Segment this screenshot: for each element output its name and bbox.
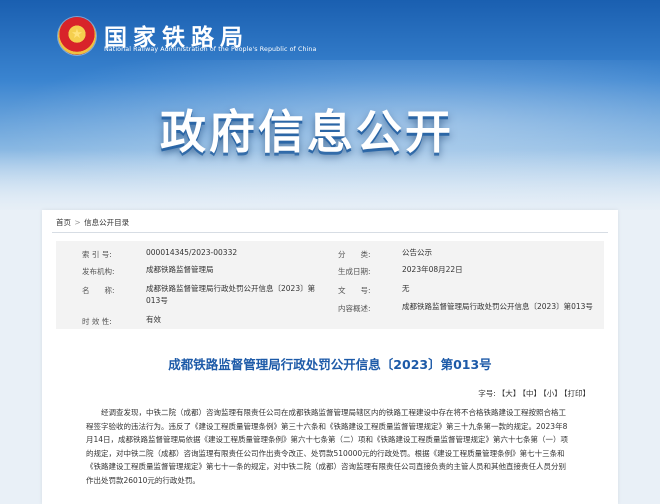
site-brand-english: National Railway Administration of the P… (104, 46, 317, 53)
national-emblem-icon: ★ (58, 17, 96, 55)
font-size-medium-button[interactable]: 【中】 (522, 389, 541, 398)
article-title: 成都铁路监督管理局行政处罚公开信息〔2023〕第013号 (168, 357, 492, 372)
article-body: 经调查发现，中铁二院（成都）咨询监理有限责任公司在成都铁路监督管理局辖区内的铁路… (86, 408, 569, 485)
breadcrumb-home-link[interactable]: 首页 (56, 218, 71, 227)
docno-label: 文 号: (338, 286, 371, 295)
breadcrumb-divider (52, 232, 608, 233)
breadcrumb-current-link[interactable]: 信息公开目录 (84, 218, 129, 227)
date-value: 2023年08月22日 (402, 265, 463, 274)
index-value: 000014345/2023-00332 (146, 248, 238, 257)
print-button[interactable]: 【打印】 (564, 389, 590, 398)
category-value: 公告公示 (402, 248, 432, 257)
name-label: 名 称: (82, 286, 115, 295)
docno-value: 无 (402, 284, 410, 293)
name-value: 成都铁路监督管理局行政处罚公开信息〔2023〕第013号 (146, 284, 316, 305)
font-size-small-button[interactable]: 【小】 (543, 389, 562, 398)
validity-label: 时 效 性: (82, 317, 112, 326)
breadcrumb-separator: > (74, 218, 81, 227)
font-size-label: 字号: (478, 389, 496, 398)
font-size-large-button[interactable]: 【大】 (498, 389, 521, 398)
metadata-table: 索 引 号: 000014345/2023-00332 分 类: 公告公示 发布… (56, 241, 604, 329)
summary-value: 成都铁路监督管理局行政处罚公开信息〔2023〕第013号 (402, 302, 593, 311)
font-size-toolbar: 字号: 【大】 【中】 【小】 【打印】 (476, 388, 590, 399)
content-card: 首页 > 信息公开目录 索 引 号: 000014345/2023-00332 … (42, 210, 618, 504)
breadcrumb: 首页 > 信息公开目录 (56, 217, 129, 228)
hero-title: 政府信息公开 (160, 105, 454, 159)
date-label: 生成日期: (338, 267, 371, 276)
validity-value: 有效 (146, 315, 161, 324)
category-label: 分 类: (338, 250, 371, 259)
publisher-label: 发布机构: (82, 267, 115, 276)
index-label: 索 引 号: (82, 250, 112, 259)
publisher-value: 成都铁路监督管理局 (146, 265, 214, 274)
header-banner: ★ 国家铁路局 National Railway Administration … (0, 0, 660, 210)
summary-label: 内容概述: (338, 304, 371, 313)
